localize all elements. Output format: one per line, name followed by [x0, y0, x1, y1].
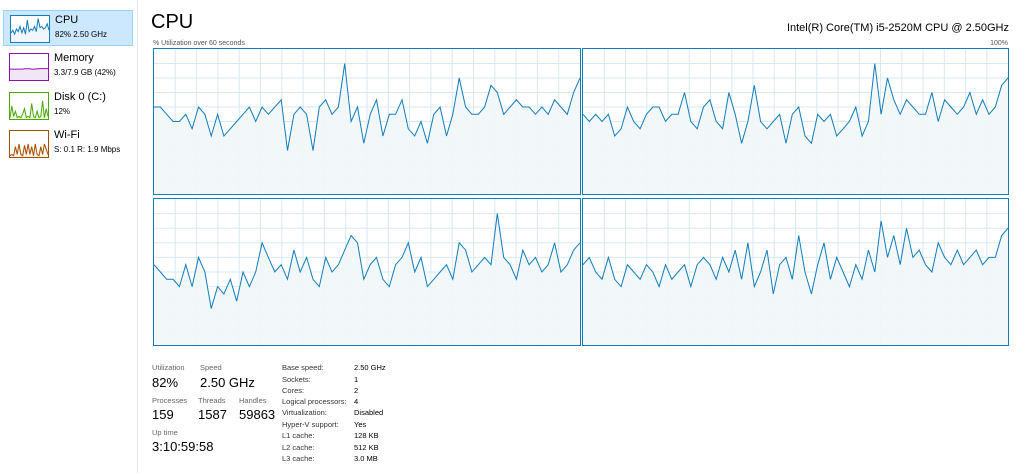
cpu-thumbnail-graph: [10, 15, 50, 43]
thumbnail-area: [10, 68, 48, 80]
spec-label: Cores:: [282, 386, 305, 395]
sidebar-item-label: Disk 0 (C:): [54, 91, 106, 103]
speed-value: 2.50 GHz: [200, 375, 255, 390]
sidebar-item-label: CPU: [55, 14, 79, 26]
sidebar-item-detail: S: 0.1 R: 1.9 Mbps: [54, 145, 121, 154]
spec-label: L2 cache:: [282, 443, 315, 452]
page-title: CPU: [151, 11, 194, 33]
core-graph-2: [582, 48, 1009, 195]
spec-label: L1 cache:: [282, 431, 315, 440]
spec-value: Disabled: [354, 408, 384, 417]
spec-label: L3 cache:: [282, 454, 315, 463]
spec-label: Logical processors:: [282, 397, 347, 406]
sidebar-item-detail: 3.3/7.9 GB (42%): [54, 68, 116, 77]
handles-value: 59863: [239, 407, 276, 422]
sidebar-item-disk[interactable]: Disk 0 (C:) 12%: [3, 88, 133, 124]
graph-caption: % Utilization over 60 seconds: [153, 40, 245, 47]
processes-value: 159: [152, 407, 174, 422]
handles-label: Handles: [239, 396, 267, 405]
threads-value: 1587: [198, 407, 227, 422]
spec-label: Hyper-V support:: [282, 420, 339, 429]
spec-value: 1: [354, 375, 359, 384]
spec-value: 4: [354, 397, 359, 406]
core-graph-1: [153, 48, 581, 195]
threads-label: Threads: [198, 396, 226, 405]
core-graph-4: [582, 198, 1009, 346]
sidebar: CPU 82% 2.50 GHz Memory 3.3/7.9 GB (42%)…: [0, 0, 138, 473]
uptime-label: Up time: [152, 428, 178, 437]
spec-value: 3.0 MB: [354, 454, 378, 463]
sidebar-item-detail: 82% 2.50 GHz: [55, 30, 108, 39]
disk-thumbnail-graph: [9, 92, 49, 120]
cpu-performance-panel: CPU Intel(R) Core(TM) i5-2520M CPU @ 2.5…: [138, 0, 1024, 473]
spec-label: Base speed:: [282, 363, 324, 372]
spec-label: Virtualization:: [282, 408, 327, 417]
speed-label: Speed: [200, 363, 222, 372]
graph-max-label: 100%: [990, 40, 1008, 47]
spec-value: Yes: [354, 420, 367, 429]
sidebar-item-label: Wi-Fi: [54, 129, 80, 141]
processes-label: Processes: [152, 396, 188, 405]
sidebar-item-label: Memory: [54, 52, 94, 64]
spec-value: 2: [354, 386, 359, 395]
wifi-thumbnail-graph: [9, 130, 49, 158]
sidebar-item-cpu[interactable]: CPU 82% 2.50 GHz: [3, 10, 133, 46]
spec-value: 128 KB: [354, 431, 379, 440]
uptime-value: 3:10:59:58: [152, 439, 214, 454]
sidebar-item-memory[interactable]: Memory 3.3/7.9 GB (42%): [3, 49, 133, 85]
utilization-label: Utilization: [152, 363, 185, 372]
spec-label: Sockets:: [282, 375, 311, 384]
sidebar-item-detail: 12%: [54, 107, 71, 116]
cpu-model-name: Intel(R) Core(TM) i5-2520M CPU @ 2.50GHz: [786, 22, 1009, 34]
core-graph-3: [153, 198, 581, 346]
sidebar-item-wifi[interactable]: Wi-Fi S: 0.1 R: 1.9 Mbps: [3, 126, 133, 162]
utilization-value: 82%: [152, 375, 179, 390]
spec-value: 2.50 GHz: [354, 363, 386, 372]
spec-value: 512 KB: [354, 443, 379, 452]
memory-thumbnail-graph: [9, 53, 49, 81]
